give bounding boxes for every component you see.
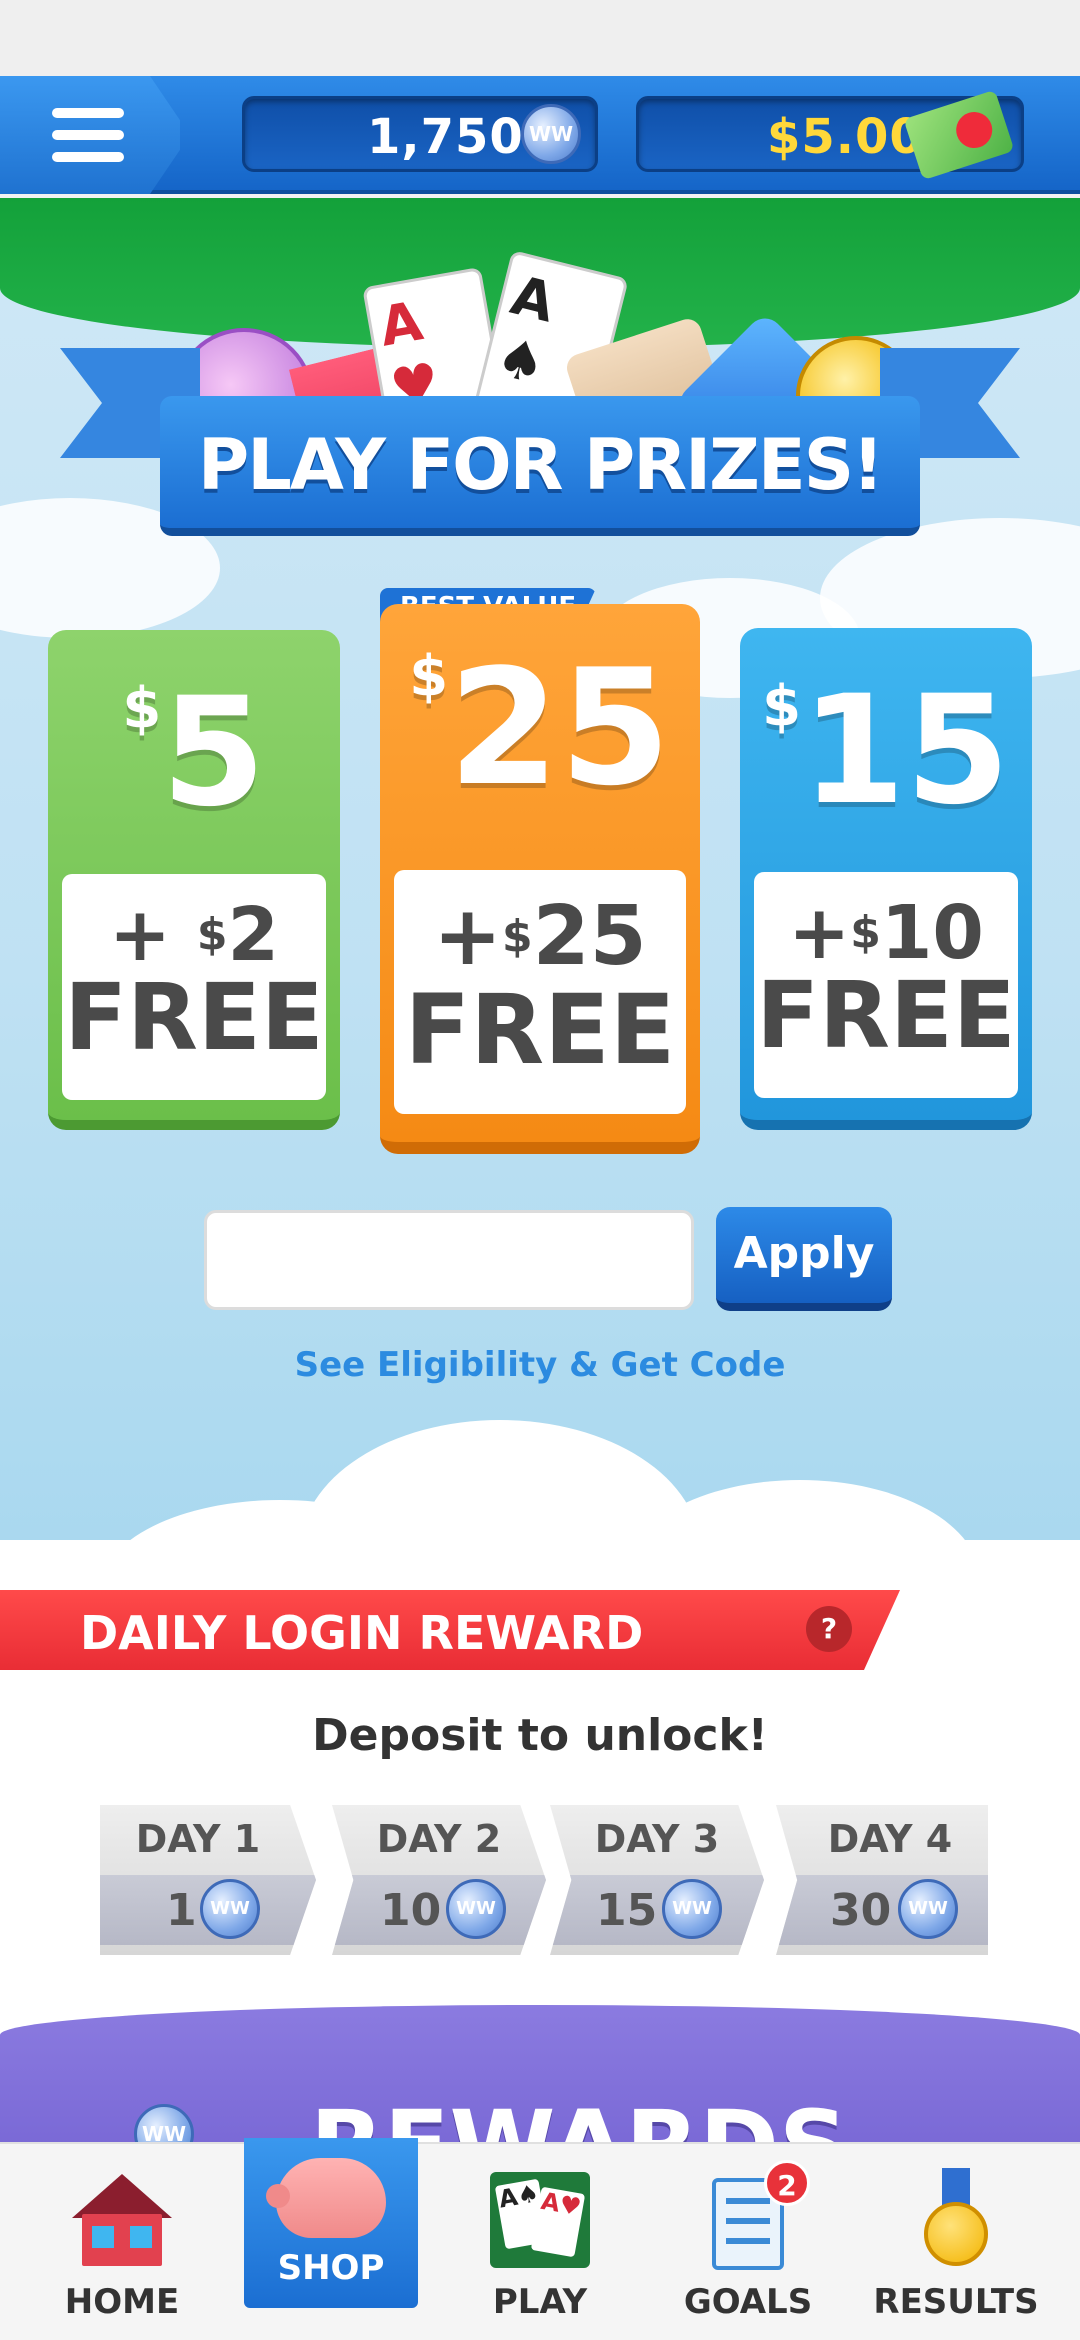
play-for-prizes-banner: PLAY FOR PRIZES! <box>160 396 920 536</box>
house-icon <box>72 2174 172 2266</box>
nav-label: RESULTS <box>873 2282 1039 2322</box>
deposit-unlock-text: Deposit to unlock! <box>312 1710 768 1761</box>
day-reward-3: DAY 3 15 WW <box>550 1805 764 1955</box>
nav-label: SHOP <box>277 2248 385 2288</box>
day-reward-1: DAY 1 1 WW <box>100 1805 316 1955</box>
nav-home[interactable]: HOME <box>14 2144 230 2340</box>
menu-button[interactable] <box>0 76 180 194</box>
daily-login-banner: DAILY LOGIN REWARD <box>0 1590 900 1670</box>
day-label: DAY 3 <box>594 1817 720 1861</box>
coin-icon: WW <box>898 1879 958 1939</box>
status-bar <box>0 0 1080 76</box>
nav-label: GOALS <box>683 2282 813 2322</box>
offer-bonus: +$10 FREE <box>754 872 1018 1098</box>
offer-card-5[interactable]: $5 + $2 FREE <box>48 630 340 1130</box>
day-label: DAY 1 <box>135 1817 261 1861</box>
day-label: DAY 4 <box>827 1817 953 1861</box>
medal-icon <box>924 2168 988 2268</box>
daily-login-title: DAILY LOGIN REWARD <box>80 1606 644 1660</box>
offer-bonus: + $2 FREE <box>62 874 326 1100</box>
apply-button[interactable]: Apply <box>716 1207 892 1311</box>
day-value: 30 <box>830 1885 892 1936</box>
offer-bonus: +$25 FREE <box>394 870 686 1114</box>
hamburger-icon-bar <box>52 152 124 162</box>
offer-card-15[interactable]: $15 +$10 FREE <box>740 628 1032 1130</box>
day-reward-2: DAY 2 10 WW <box>332 1805 546 1955</box>
playing-cards-icon: A♠ A♥ <box>490 2172 590 2268</box>
nav-play[interactable]: A♠ A♥ PLAY <box>432 2144 648 2340</box>
coin-icon: WW <box>200 1879 260 1939</box>
goals-badge: 2 <box>764 2160 810 2206</box>
cash-icon <box>903 89 1015 181</box>
offer-amount: $15 <box>762 664 1010 838</box>
cash-balance[interactable]: $5.00 <box>636 89 1024 181</box>
offer-card-25[interactable]: $25 +$25 FREE <box>380 604 700 1154</box>
day-reward-4: DAY 4 30 WW <box>776 1805 988 1955</box>
cash-balance-value: $5.00 <box>767 109 924 165</box>
nav-shop[interactable]: SHOP <box>244 2138 418 2308</box>
coin-icon: WW <box>521 104 581 164</box>
day-value: 15 <box>596 1885 658 1936</box>
day-value: 10 <box>380 1885 442 1936</box>
nav-label: HOME <box>64 2282 180 2322</box>
coin-balance-value: 1,750 <box>367 109 524 165</box>
coin-balance[interactable]: 1,750 WW <box>242 96 598 172</box>
hamburger-icon-bar <box>52 130 124 140</box>
piggy-bank-icon <box>266 2158 386 2238</box>
day-label: DAY 2 <box>376 1817 502 1861</box>
banner-title: PLAY FOR PRIZES! <box>197 424 884 506</box>
eligibility-link[interactable]: See Eligibility & Get Code <box>0 1345 1080 1385</box>
coin-icon: WW <box>662 1879 722 1939</box>
hamburger-icon <box>52 108 124 118</box>
coin-icon: WW <box>446 1879 506 1939</box>
day-value: 1 <box>166 1885 197 1936</box>
offer-amount: $5 <box>122 666 266 840</box>
nav-results[interactable]: RESULTS <box>848 2144 1064 2340</box>
nav-goals[interactable]: 2 GOALS <box>640 2144 856 2340</box>
nav-label: PLAY <box>492 2282 588 2322</box>
bottom-navigation: HOME SHOP A♠ A♥ PLAY 2 GOALS RESULTS <box>0 2138 1080 2340</box>
top-bar: 1,750 WW $5.00 <box>0 76 1080 194</box>
offer-amount: $25 <box>409 634 671 821</box>
promo-code-input[interactable] <box>204 1210 694 1310</box>
help-icon[interactable]: ? <box>806 1606 852 1652</box>
